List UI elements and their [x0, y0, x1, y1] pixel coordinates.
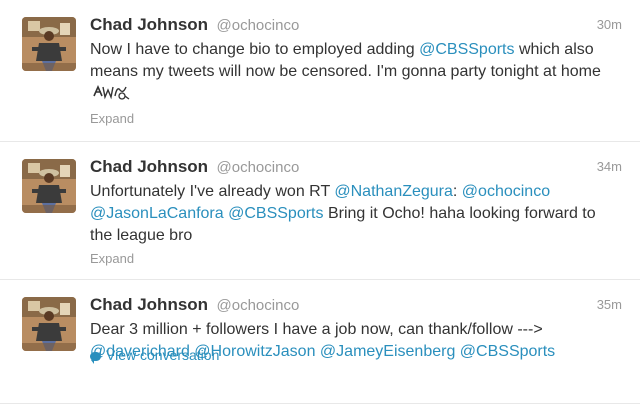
mention-link[interactable]: @JameyEisenberg — [320, 343, 455, 360]
avatar-image — [22, 159, 76, 213]
view-conversation-label: View conversation — [106, 347, 220, 363]
view-conversation-link[interactable]: View conversation — [90, 347, 220, 364]
mention-link[interactable]: @NathanZegura — [334, 183, 453, 200]
tweet-item[interactable]: Chad Johnson @ochocinco 35m Dear 3 milli… — [0, 280, 640, 404]
timestamp[interactable]: 35m — [597, 297, 622, 312]
tweet-timeline: Chad Johnson @ochocinco 30m Now I have t… — [0, 0, 640, 404]
tweet-header: Chad Johnson @ochocinco 35m — [90, 295, 622, 319]
tweet-text-segment: Now I have to change bio to employed add… — [90, 41, 420, 58]
expand-link[interactable]: Expand — [90, 111, 134, 126]
user-handle[interactable]: @ochocinco — [217, 159, 300, 176]
avatar-image — [22, 17, 76, 71]
tweet-item[interactable]: Chad Johnson @ochocinco 34m Unfortunatel… — [0, 142, 640, 280]
tweet-text-segment: Unfortunately I've already won RT — [90, 183, 335, 200]
user-handle[interactable]: @ochocinco — [217, 297, 300, 314]
mention-link[interactable]: @ochocinco — [462, 183, 550, 200]
expand-link[interactable]: Expand — [90, 251, 134, 266]
mention-link[interactable]: @CBSSports — [228, 205, 323, 222]
tweet-header: Chad Johnson @ochocinco 30m — [90, 15, 622, 39]
user-name[interactable]: Chad Johnson — [90, 157, 208, 176]
party-emoji-icon — [92, 84, 130, 107]
avatar[interactable] — [22, 17, 76, 71]
mention-link[interactable]: @CBSSports — [419, 41, 514, 58]
user-name[interactable]: Chad Johnson — [90, 15, 208, 34]
tweet-item[interactable]: Chad Johnson @ochocinco 30m Now I have t… — [0, 0, 640, 142]
avatar[interactable] — [22, 159, 76, 213]
user-name[interactable]: Chad Johnson — [90, 295, 208, 314]
mention-link[interactable]: @JasonLaCanfora — [90, 205, 224, 222]
avatar[interactable] — [22, 297, 76, 351]
timestamp[interactable]: 34m — [597, 159, 622, 174]
tweet-text: Unfortunately I've already won RT @Natha… — [90, 181, 618, 247]
mention-link[interactable]: @CBSSports — [460, 343, 555, 360]
conversation-bubble-icon — [90, 352, 101, 364]
avatar-image — [22, 297, 76, 351]
timestamp[interactable]: 30m — [597, 17, 622, 32]
user-handle[interactable]: @ochocinco — [217, 17, 300, 34]
tweet-text-segment: : — [452, 183, 462, 200]
tweet-text-segment: Dear 3 million + followers I have a job … — [90, 321, 543, 338]
tweet-text: Now I have to change bio to employed add… — [90, 39, 618, 107]
tweet-header: Chad Johnson @ochocinco 34m — [90, 157, 622, 181]
